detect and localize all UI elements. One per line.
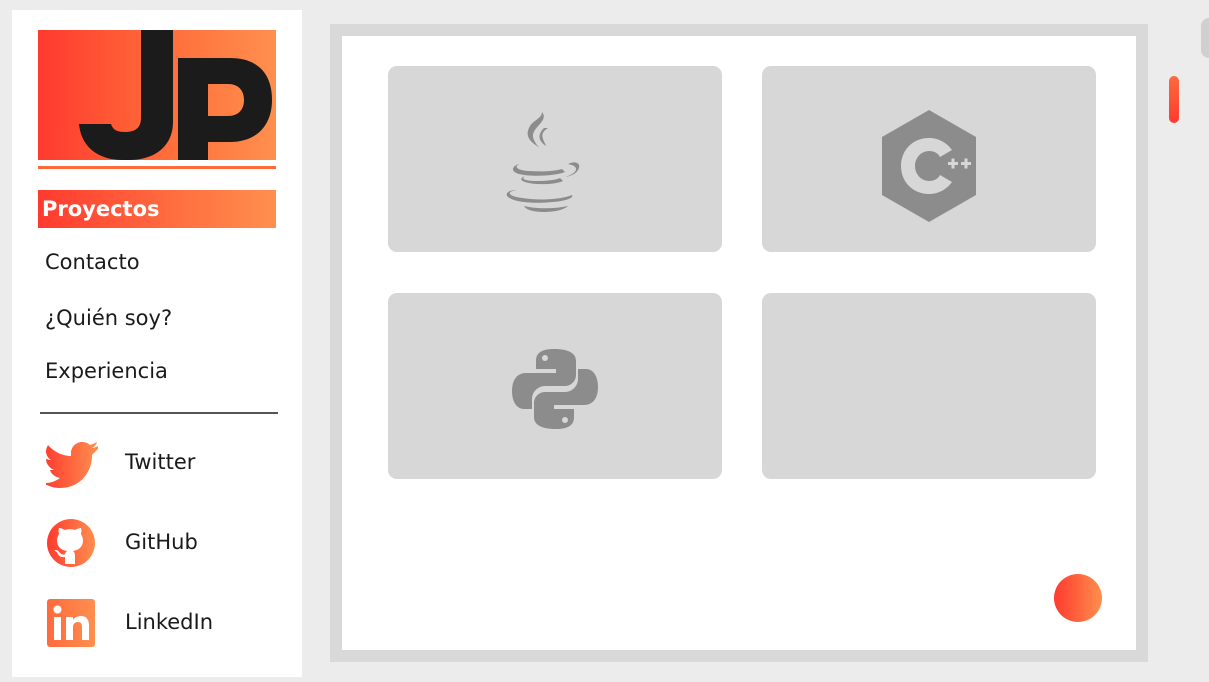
nav-item-label: Proyectos (42, 197, 160, 221)
floating-action-button[interactable] (1054, 574, 1102, 622)
project-card-java[interactable] (388, 66, 722, 252)
sidebar: Proyectos Contacto ¿Quién soy? Experienc… (12, 10, 302, 677)
project-card-cplusplus[interactable] (762, 66, 1096, 252)
python-icon (512, 349, 598, 429)
twitter-icon (46, 442, 98, 488)
linkedin-icon (47, 599, 95, 647)
window-edge-handle (1201, 18, 1209, 58)
social-label: LinkedIn (125, 610, 214, 634)
cplusplus-icon (882, 110, 976, 222)
scrollbar-thumb[interactable] (1169, 76, 1179, 123)
github-icon (47, 519, 95, 567)
social-label: Twitter (125, 450, 196, 474)
social-link-github[interactable]: GitHub (46, 518, 286, 572)
nav-item-contacto[interactable]: Contacto (45, 250, 140, 274)
nav-item-experiencia[interactable]: Experiencia (45, 359, 168, 383)
logo[interactable] (38, 30, 276, 160)
nav-item-quien-soy[interactable]: ¿Quién soy? (45, 306, 172, 330)
logo-underline (38, 166, 276, 169)
logo-jp-icon (79, 30, 272, 160)
nav-divider (40, 412, 278, 414)
social-label: GitHub (125, 530, 198, 554)
social-link-twitter[interactable]: Twitter (46, 438, 286, 492)
social-link-linkedin[interactable]: LinkedIn (46, 598, 286, 652)
java-icon (506, 112, 580, 212)
nav-item-proyectos[interactable]: Proyectos (38, 190, 276, 228)
project-card-python[interactable] (388, 293, 722, 479)
project-card-empty[interactable] (762, 293, 1096, 479)
